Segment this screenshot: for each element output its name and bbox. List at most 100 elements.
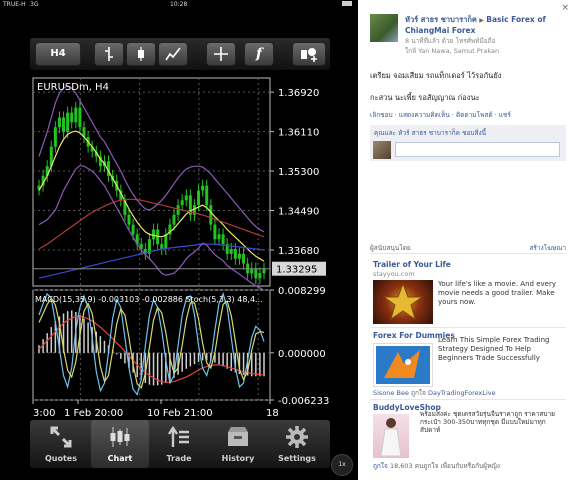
author-link[interactable]: หัวร์ สาธร ชาบาราก็ค: [405, 15, 477, 24]
ad-like-count: 18,603: [389, 462, 413, 470]
candle-body: [176, 205, 180, 215]
facebook-panel: × หัวร์ สาธร ชาบาราก็ค ▶ Basic Forex of …: [358, 0, 574, 480]
y-tick-label: 0.000000: [278, 349, 326, 360]
like-ad-button[interactable]: ถูกใจ: [373, 462, 388, 470]
settings-icon: [286, 426, 308, 448]
dress-icon: [380, 418, 402, 457]
post-actions[interactable]: เลิกชอบ · แสดงความคิดเห็น · ติดตามโพสต์ …: [370, 110, 511, 120]
candle-body: [242, 253, 246, 264]
tab-settings[interactable]: Settings: [268, 420, 326, 468]
y-tick-label: 0.008299: [278, 286, 326, 297]
candle-body: [78, 107, 82, 128]
tab-quotes-label: Quotes: [44, 454, 77, 463]
candle-body: [258, 273, 262, 279]
ad-image[interactable]: [373, 280, 433, 324]
y-tick-label: 1.36920: [278, 88, 319, 99]
line-chart-button[interactable]: [158, 42, 188, 66]
y-tick-label: 1.34490: [278, 206, 319, 217]
candle-body: [160, 244, 164, 249]
y-tick-label: 1.36110: [278, 128, 319, 139]
create-ad-link[interactable]: สร้างโฆษณา: [529, 243, 566, 253]
status-bar: TRUE-H 3G 10:28: [0, 0, 358, 9]
objects-button[interactable]: [292, 42, 326, 66]
ad-body: Learn This Simple Forex Trading Strategy…: [438, 336, 550, 362]
divider: [370, 399, 566, 400]
bar-chart-button[interactable]: [94, 42, 124, 66]
crosshair-button[interactable]: [206, 42, 236, 66]
objects-icon: [301, 48, 317, 62]
like-summary[interactable]: คุณและ หัวร์ สาธร ชาบาราก็ค ชอบสิ่งนี้: [374, 128, 486, 138]
avatar[interactable]: [370, 14, 398, 42]
price-series-line: [38, 165, 265, 291]
candle-body: [127, 214, 131, 225]
chart-canvas: 1.36920 1.36110 1.35300 1.34490 1.33680 1.332…: [32, 77, 329, 419]
ad-image[interactable]: [373, 414, 409, 458]
scale-button[interactable]: 1x: [331, 454, 353, 476]
candlestick-icon: [138, 47, 144, 61]
candle-body: [184, 195, 188, 201]
ad-image[interactable]: [373, 343, 433, 387]
indicator-series-line: [38, 297, 265, 389]
divider: [370, 327, 566, 328]
ad-social-line: Sisone Bee ถูกใจ DayTradingForexLive: [373, 388, 496, 398]
candle-body: [221, 234, 225, 245]
ad-social-verb: ถูกใจ: [411, 389, 426, 397]
x-tick-label: 18: [266, 408, 279, 416]
candle-body: [197, 190, 201, 206]
candle-body: [57, 117, 61, 128]
tab-quotes[interactable]: Quotes: [32, 420, 90, 468]
tab-trade[interactable]: Trade: [150, 420, 208, 468]
price-series-line: [38, 198, 265, 250]
crosshair-icon: [214, 47, 228, 61]
sponsored-header: ผู้สนับสนุนโดย สร้างโฆษณา: [370, 243, 566, 253]
post-header: หัวร์ สาธร ชาบาราก็ค ▶ Basic Forex of Ch…: [405, 15, 565, 56]
comment-input[interactable]: [395, 142, 560, 157]
tab-bar: Quotes Chart Trade History Settings: [30, 420, 330, 468]
candle-body: [254, 268, 258, 279]
avatar: [373, 141, 391, 159]
indicators-button[interactable]: f: [244, 42, 274, 66]
candle-body: [229, 248, 233, 254]
arrow-icon: ▶: [479, 17, 484, 24]
chart-title: EURUSDm, H4: [37, 82, 109, 93]
candle-body: [164, 234, 168, 249]
candle-body: [70, 112, 74, 123]
mt4-app: TRUE-H 3G 10:28 H4 f 1.36920 1.36110 1.353…: [0, 0, 358, 480]
candle-body: [62, 117, 66, 133]
candlestick-button[interactable]: [126, 42, 156, 66]
ad-social-user[interactable]: Sisone Bee: [373, 389, 409, 397]
carrier-label: TRUE-H: [3, 1, 26, 8]
tab-trade-label: Trade: [166, 454, 192, 463]
battery-icon: [342, 1, 352, 6]
price-chart[interactable]: 1.36920 1.36110 1.35300 1.34490 1.33680 1.332…: [30, 76, 330, 419]
x-tick-label: 3:00: [33, 408, 55, 416]
post-location: ใกล้ Yan Nawa, Samut Prakan: [405, 47, 500, 55]
line-chart-icon: [165, 47, 181, 61]
divider: [370, 253, 566, 254]
candle-body: [152, 229, 156, 240]
star-icon: [382, 282, 424, 321]
tab-history[interactable]: History: [209, 420, 267, 468]
ad-body: พร้อมส่งค่ะ ชุดเดรสวัยรุ่นจีนราคาถูก ราค…: [420, 410, 555, 434]
ad-title[interactable]: Trailer of Your Life: [373, 260, 451, 269]
ad-social-page[interactable]: DayTradingForexLive: [428, 389, 496, 397]
tab-chart[interactable]: Chart: [91, 420, 149, 468]
chart-toolbar: H4 f: [30, 38, 330, 70]
x-tick-label: 1 Feb 20:00: [64, 408, 123, 416]
candle-body: [205, 185, 209, 206]
ad-like-suffix: คนถูกใจ เพื่อนกับหรือกับผู้หญิง: [414, 462, 500, 470]
candle-body: [180, 200, 184, 206]
close-icon[interactable]: ×: [561, 3, 569, 13]
timeframe-button[interactable]: H4: [35, 42, 81, 66]
candle-body: [53, 127, 57, 147]
like-box: คุณและ หัวร์ สาธร ชาบาราก็ค ชอบสิ่งนี้: [370, 125, 566, 161]
candle-body: [74, 107, 78, 123]
ad-url: stayyou.com: [373, 270, 415, 278]
candle-body: [172, 214, 176, 225]
y-tick-label: -0.006233: [278, 396, 329, 407]
indicator-series-line: [38, 292, 265, 396]
trade-icon: [168, 425, 189, 447]
ad-social-line: ถูกใจ 18,603 คนถูกใจ เพื่อนกับหรือกับผู้…: [373, 461, 500, 471]
post-text-line2: กะสวน นะเพี้ย รอสัญญาณ ก่องนะ: [370, 93, 480, 102]
indicator-title: MACD(15,35,9) -0.003103 -0.002886 Stoch(…: [35, 295, 263, 304]
